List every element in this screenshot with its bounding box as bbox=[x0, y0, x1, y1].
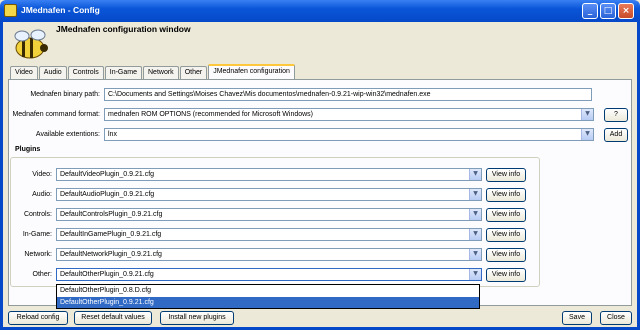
tab-audio[interactable]: Audio bbox=[38, 66, 67, 79]
extensions-label: Available extentions: bbox=[35, 131, 100, 138]
controls-view-info-button[interactable]: View info bbox=[486, 208, 526, 222]
other-plugin-dropdown-list: DefaultOtherPlugin_0.8.D.cfg DefaultOthe… bbox=[56, 284, 480, 309]
tab-controls[interactable]: Controls bbox=[67, 66, 104, 79]
extensions-value: lnx bbox=[108, 131, 117, 138]
app-icon bbox=[4, 4, 17, 17]
reset-default-values-button[interactable]: Reset default values bbox=[74, 311, 152, 325]
chevron-down-icon[interactable]: ▼ bbox=[581, 109, 593, 120]
close-button[interactable]: Close bbox=[600, 311, 632, 325]
chevron-down-icon[interactable]: ▼ bbox=[469, 169, 481, 180]
network-plugin-select[interactable]: DefaultNetworkPlugin_0.9.21.cfg ▼ bbox=[56, 248, 482, 261]
network-plugin-value: DefaultNetworkPlugin_0.9.21.cfg bbox=[60, 251, 162, 258]
window-title: JMednafen - Config bbox=[21, 5, 100, 15]
audio-plugin-value: DefaultAudioPlugin_0.9.21.cfg bbox=[60, 191, 155, 198]
video-plugin-label: Video: bbox=[32, 171, 52, 178]
plugins-title: Plugins bbox=[14, 146, 42, 153]
other-view-info-button[interactable]: View info bbox=[486, 268, 526, 282]
other-plugin-value: DefaultOtherPlugin_0.9.21.cfg bbox=[60, 271, 154, 278]
audio-plugin-select[interactable]: DefaultAudioPlugin_0.9.21.cfg ▼ bbox=[56, 188, 482, 201]
network-plugin-label: Network: bbox=[24, 251, 52, 258]
command-format-label: Mednafen command format: bbox=[12, 111, 100, 118]
in-game-plugin-select[interactable]: DefaultInGamePlugin_0.9.21.cfg ▼ bbox=[56, 228, 482, 241]
chevron-down-icon[interactable]: ▼ bbox=[469, 229, 481, 240]
controls-plugin-value: DefaultControlsPlugin_0.9.21.cfg bbox=[60, 211, 163, 218]
tab-in-game[interactable]: In-Game bbox=[104, 66, 142, 79]
help-button[interactable]: ? bbox=[604, 108, 628, 122]
tab-video[interactable]: Video bbox=[10, 66, 38, 79]
tab-bar: Video Audio Controls In-Game Network Oth… bbox=[10, 64, 296, 80]
other-plugin-select[interactable]: DefaultOtherPlugin_0.9.21.cfg ▼ bbox=[56, 268, 482, 281]
tab-jmednafen-configuration[interactable]: JMednafen configuration bbox=[208, 64, 295, 79]
audio-view-info-button[interactable]: View info bbox=[486, 188, 526, 202]
binary-path-input[interactable]: C:\Documents and Settings\Moises Chavez\… bbox=[104, 88, 592, 101]
in-game-plugin-value: DefaultInGamePlugin_0.9.21.cfg bbox=[60, 231, 162, 238]
command-format-select[interactable]: mednafen ROM OPTIONS (recommended for Mi… bbox=[104, 108, 594, 121]
video-view-info-button[interactable]: View info bbox=[486, 168, 526, 182]
page-title: JMednafen configuration window bbox=[56, 24, 191, 34]
chevron-down-icon[interactable]: ▼ bbox=[469, 209, 481, 220]
chevron-down-icon[interactable]: ▼ bbox=[581, 129, 593, 140]
binary-path-label: Mednafen binary path: bbox=[30, 91, 100, 98]
minimize-icon[interactable]: _ bbox=[582, 3, 598, 19]
maximize-icon[interactable]: □ bbox=[600, 3, 616, 19]
tab-network[interactable]: Network bbox=[143, 66, 179, 79]
video-plugin-value: DefaultVideoPlugin_0.9.21.cfg bbox=[60, 171, 155, 178]
install-new-plugins-button[interactable]: Install new plugins bbox=[160, 311, 234, 325]
dropdown-option[interactable]: DefaultOtherPlugin_0.8.D.cfg bbox=[57, 285, 479, 297]
save-button[interactable]: Save bbox=[562, 311, 592, 325]
controls-plugin-label: Controls: bbox=[23, 211, 52, 218]
chevron-down-icon[interactable]: ▼ bbox=[469, 249, 481, 260]
chevron-down-icon[interactable]: ▼ bbox=[469, 269, 481, 280]
title-bar: JMednafen - Config _ □ × bbox=[0, 0, 640, 22]
close-icon[interactable]: × bbox=[618, 3, 634, 19]
add-extension-button[interactable]: Add bbox=[604, 128, 628, 142]
video-plugin-select[interactable]: DefaultVideoPlugin_0.9.21.cfg ▼ bbox=[56, 168, 482, 181]
extensions-select[interactable]: lnx ▼ bbox=[104, 128, 594, 141]
reload-config-button[interactable]: Reload config bbox=[8, 311, 68, 325]
network-view-info-button[interactable]: View info bbox=[486, 248, 526, 262]
in-game-view-info-button[interactable]: View info bbox=[486, 228, 526, 242]
in-game-plugin-label: In-Game: bbox=[22, 231, 52, 238]
audio-plugin-label: Audio: bbox=[32, 191, 52, 198]
bee-logo-icon bbox=[14, 29, 48, 59]
tab-other[interactable]: Other bbox=[179, 66, 208, 79]
other-plugin-label: Other: bbox=[32, 271, 52, 278]
controls-plugin-select[interactable]: DefaultControlsPlugin_0.9.21.cfg ▼ bbox=[56, 208, 482, 221]
command-format-value: mednafen ROM OPTIONS (recommended for Mi… bbox=[108, 111, 314, 118]
chevron-down-icon[interactable]: ▼ bbox=[469, 189, 481, 200]
dropdown-option-selected[interactable]: DefaultOtherPlugin_0.9.21.cfg bbox=[57, 296, 479, 308]
